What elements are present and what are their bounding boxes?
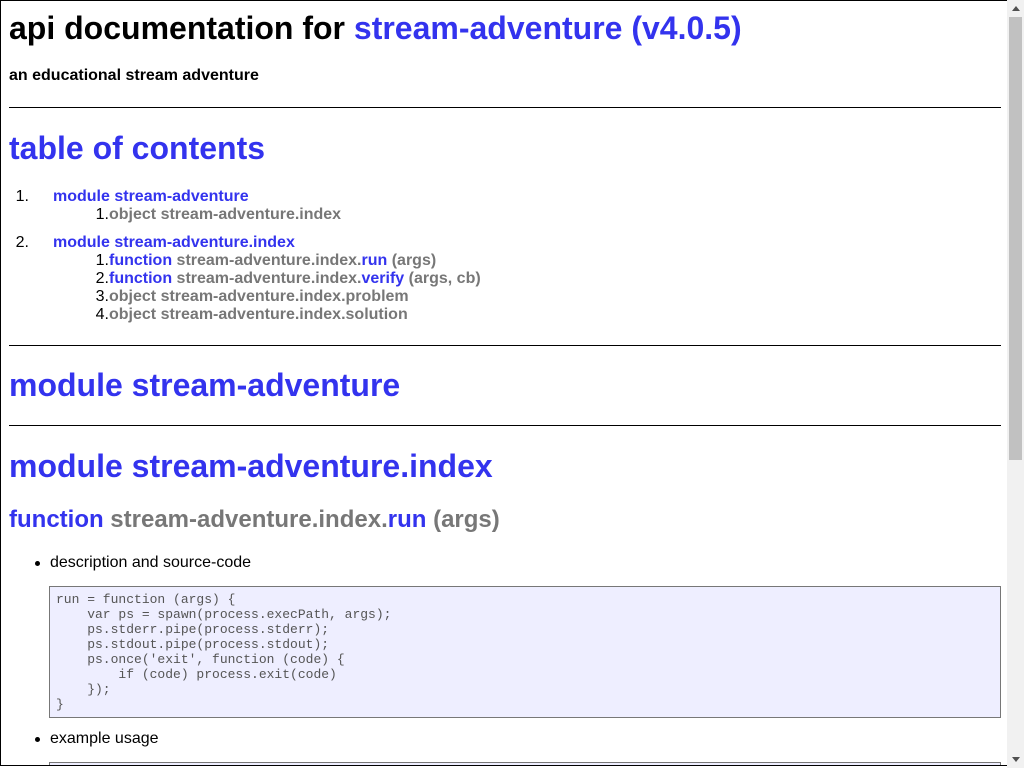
function-path: stream-adventure.index. — [103, 506, 388, 533]
toc-function-path: stream-adventure.index. — [172, 252, 362, 269]
example-code-block — [49, 762, 1001, 765]
toc-number: 4. — [95, 306, 109, 323]
package-description: an educational stream adventure — [9, 67, 259, 84]
function-heading-run: function stream-adventure.index.run (arg… — [9, 506, 500, 534]
toc-function-keyword[interactable]: function — [109, 252, 172, 269]
arrow-up-icon — [1011, 6, 1020, 11]
scroll-down-button[interactable] — [1007, 751, 1024, 768]
list-item-example-usage: example usage — [35, 730, 159, 747]
arrow-down-icon — [1011, 757, 1020, 762]
toc-number: 2. — [15, 234, 29, 251]
divider — [9, 425, 1001, 426]
toc-link-object-index[interactable]: object stream-adventure.index — [109, 206, 341, 224]
toc-function-path: stream-adventure.index. — [172, 270, 362, 287]
toc-function-args: (args, cb) — [404, 270, 481, 287]
toc-link-object-solution[interactable]: object stream-adventure.index.solution — [109, 306, 408, 324]
function-run-link[interactable]: run — [388, 506, 427, 533]
function-keyword-link[interactable]: function — [9, 506, 104, 533]
list-item-description: description and source-code — [34, 554, 252, 571]
package-link[interactable]: stream-adventure (v4.0.5) — [354, 10, 742, 46]
scroll-up-button[interactable] — [1007, 0, 1024, 17]
toc-function-args: (args) — [387, 252, 437, 269]
toc-link-object-problem[interactable]: object stream-adventure.index.problem — [109, 288, 409, 306]
page-viewport: api documentation for stream-adventure (… — [0, 0, 1007, 766]
toc-link-module-index[interactable]: module stream-adventure.index — [53, 234, 295, 252]
divider — [9, 107, 1001, 108]
section-heading-module-index[interactable]: module stream-adventure.index — [9, 448, 493, 485]
module-index-link[interactable]: module stream-adventure.index — [9, 448, 493, 484]
toc-link-verify[interactable]: verify — [362, 270, 405, 287]
toc-number: 1. — [95, 252, 109, 269]
section-heading-module-stream-adventure[interactable]: module stream-adventure — [9, 367, 400, 404]
toc-number: 1. — [95, 206, 109, 223]
source-code-block: run = function (args) { var ps = spawn(p… — [49, 586, 1001, 718]
toc-number: 1. — [15, 188, 29, 205]
page-title: api documentation for stream-adventure (… — [9, 10, 742, 47]
toc-function-keyword[interactable]: function — [109, 270, 172, 287]
toc-number: 3. — [95, 288, 109, 305]
toc-heading[interactable]: table of contents — [9, 130, 265, 167]
toc-link-module-stream-adventure[interactable]: module stream-adventure — [53, 188, 249, 206]
toc-number: 2. — [95, 270, 109, 287]
function-args: (args) — [426, 506, 500, 533]
title-prefix: api documentation for — [9, 10, 354, 46]
vertical-scrollbar[interactable] — [1007, 0, 1024, 768]
module-stream-adventure-link[interactable]: module stream-adventure — [9, 367, 400, 403]
toc-link-run[interactable]: run — [362, 252, 388, 269]
divider — [9, 345, 1001, 346]
scrollbar-thumb[interactable] — [1009, 17, 1022, 460]
toc-heading-link[interactable]: table of contents — [9, 130, 265, 166]
